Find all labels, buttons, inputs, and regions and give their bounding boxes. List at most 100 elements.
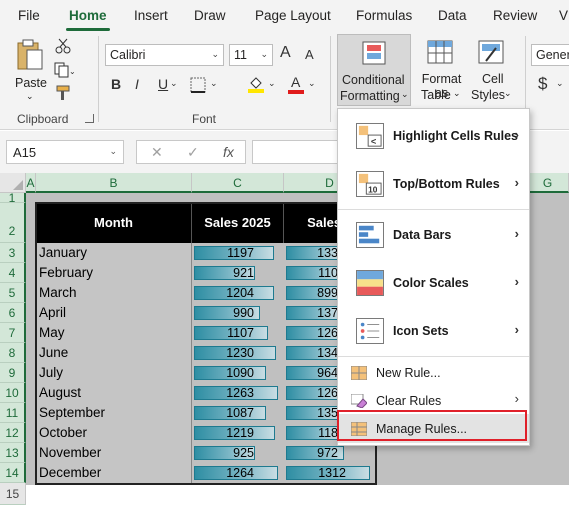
cancel-icon[interactable]: ✕ [151,144,163,161]
enter-icon[interactable]: ✓ [187,144,199,161]
select-all-icon [13,180,23,190]
row-header-12[interactable]: 12 [0,423,26,443]
chevron-down-icon: ⌄ [504,88,512,98]
cut-icon[interactable] [55,38,71,54]
italic-button[interactable]: I [135,76,139,92]
column-header-b[interactable]: B [36,173,192,193]
copy-icon[interactable]: ⌄ [54,62,74,78]
font-name-select[interactable]: Calibri ⌄ [105,44,224,66]
menu-bar: File Home Insert Draw Page Layout Formul… [0,0,569,32]
menu-divider [338,356,529,357]
menu-item-new-rule[interactable]: New Rule... [338,359,529,387]
number-format-select[interactable]: Genera [531,44,569,66]
font-size-select[interactable]: 11 ⌄ [229,44,273,66]
chevron-right-icon: › [514,127,519,142]
conditional-formatting-button[interactable]: Conditional Formatting ⌄ [337,34,411,106]
row-header-5[interactable]: 5 [0,283,26,303]
chevron-down-icon: ⌄ [170,78,178,88]
column-header-g[interactable]: G [527,173,569,193]
table-border [35,202,377,485]
chevron-right-icon: › [514,175,519,190]
formula-input[interactable] [252,140,342,164]
top-bottom-icon: 10 [356,171,384,197]
currency-button[interactable]: $ [538,74,547,94]
tab-formulas[interactable]: Formulas [356,8,412,23]
row-header-15[interactable]: 15 [0,483,26,505]
row-header-14[interactable]: 14 [0,463,26,483]
cell-styles-icon [478,40,504,64]
svg-text:<: < [371,136,377,146]
menu-item-top-bottom-rules[interactable]: 10 Top/Bottom Rules › [338,161,529,209]
row-header-1[interactable]: 1 [0,192,26,204]
fill-color-icon[interactable] [247,75,265,93]
borders-icon[interactable] [190,77,206,93]
tab-page-layout[interactable]: Page Layout [255,8,331,23]
tab-data[interactable]: Data [438,8,467,23]
conditional-formatting-icon [362,41,386,65]
row-header-6[interactable]: 6 [0,303,26,323]
clipboard-group-label: Clipboard [17,112,69,126]
formula-actions: ✕ ✓ fx [136,140,246,164]
paste-label: Paste [15,76,47,90]
paste-icon [17,39,43,70]
new-rule-label: New Rule... [376,366,441,380]
chevron-down-icon: ⌄ [268,78,276,88]
format-as-table-button[interactable]: Format as Table ⌄ [413,36,469,106]
select-all-corner[interactable] [0,173,26,193]
row-header-4[interactable]: 4 [0,263,26,283]
divider [98,36,99,122]
cell-styles-label-2: Styles [471,88,506,102]
tab-file[interactable]: File [18,8,40,23]
grow-font-icon[interactable]: A [280,44,291,62]
tab-home[interactable]: Home [69,8,107,23]
chevron-down-icon: ⌄ [556,78,564,88]
highlight-cells-rules-label: Highlight Cells Rules [393,129,519,143]
tab-view[interactable]: V [559,8,568,23]
cell-styles-label: Cell [482,72,504,86]
insert-function-icon[interactable]: fx [223,144,234,160]
data-bars-icon [356,222,384,248]
menu-divider [338,209,529,210]
name-box[interactable]: A15 ⌄ [6,140,124,164]
tab-review[interactable]: Review [493,8,537,23]
row-header-2[interactable]: 2 [0,203,26,243]
paste-button[interactable]: Paste ⌄ [10,36,50,106]
column-header-c[interactable]: C [192,173,284,193]
chevron-down-icon: ⌄ [109,146,117,156]
font-size-value: 11 [234,48,247,62]
row-header-3[interactable]: 3 [0,243,26,263]
conditional-formatting-menu: < Highlight Cells Rules › 10 Top/Bottom … [337,108,530,446]
highlight-cells-icon: < [356,123,384,149]
format-painter-icon[interactable] [55,84,73,102]
selected-range-row-15 [26,485,569,505]
color-scales-icon [356,270,384,296]
row-header-13[interactable]: 13 [0,443,26,463]
row-header-8[interactable]: 8 [0,343,26,363]
bold-button[interactable]: B [111,76,121,92]
font-name-value: Calibri [110,48,146,62]
data-bars-label: Data Bars [393,228,452,242]
clipboard-launcher-icon[interactable] [85,114,94,123]
conditional-formatting-label-2: Formatting [340,89,400,103]
menu-item-data-bars[interactable]: Data Bars › [338,212,529,260]
cell-styles-button[interactable]: Cell Styles ⌄ [470,36,514,106]
menu-item-icon-sets[interactable]: Icon Sets › [338,308,529,356]
chevron-down-icon: ⌄ [260,49,268,59]
svg-text:⌄: ⌄ [69,67,74,76]
shrink-font-icon[interactable]: A [305,47,314,62]
tab-insert[interactable]: Insert [134,8,168,23]
svg-text:10: 10 [368,184,378,194]
chevron-down-icon: ⌄ [401,89,409,99]
column-header-a[interactable]: A [26,173,36,193]
icon-sets-icon [356,318,384,344]
tab-draw[interactable]: Draw [194,8,226,23]
menu-item-highlight-cells-rules[interactable]: < Highlight Cells Rules › [338,113,529,161]
menu-item-color-scales[interactable]: Color Scales › [338,260,529,308]
row-header-10[interactable]: 10 [0,383,26,403]
row-header-11[interactable]: 11 [0,403,26,423]
row-header-7[interactable]: 7 [0,323,26,343]
row-header-9[interactable]: 9 [0,363,26,383]
font-color-icon[interactable]: A [288,74,304,94]
new-rule-icon [351,366,367,380]
underline-button[interactable]: U [158,76,168,92]
